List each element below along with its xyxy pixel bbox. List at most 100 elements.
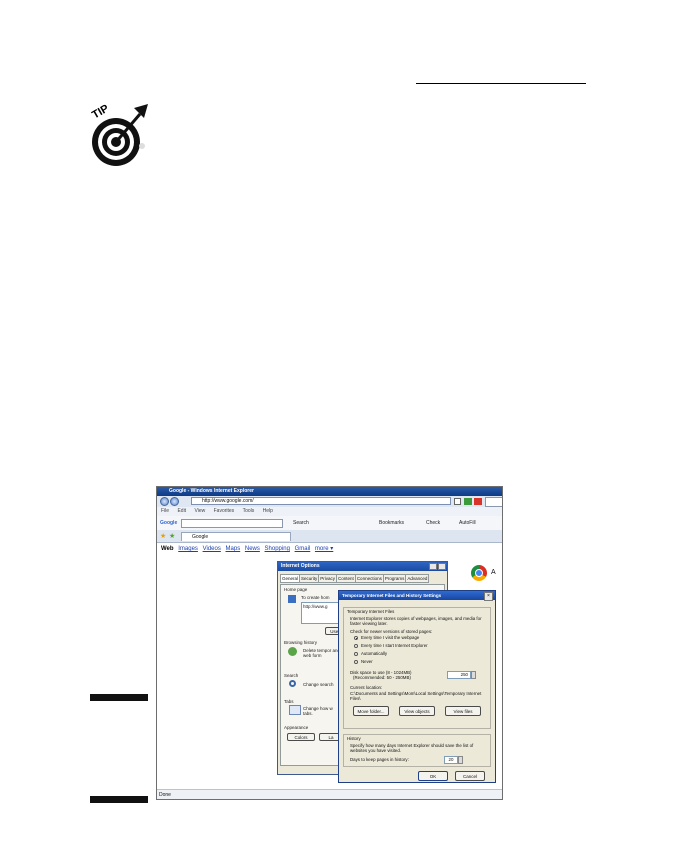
favorites-star-icon[interactable]: ★: [160, 532, 166, 540]
history-description: Specify how many days Internet Explorer …: [350, 743, 474, 754]
menu-favorites[interactable]: Favorites: [214, 508, 235, 514]
current-location-path: C:\Documents and Settings\Mom\Local Sett…: [350, 691, 482, 702]
home-page-icon: [288, 595, 296, 603]
magnifier-icon: [289, 680, 296, 687]
google-logo: Google: [160, 520, 178, 526]
internet-options-title: Internet Options: [278, 562, 447, 571]
help-icon[interactable]: [429, 563, 437, 570]
radio-automatically[interactable]: [354, 652, 358, 656]
home-page-label: Home page: [284, 587, 308, 592]
tab-privacy[interactable]: Privacy: [318, 574, 338, 583]
google-nav: Web Images Videos Maps News Shopping Gma…: [161, 545, 336, 552]
tab-programs[interactable]: Programs: [382, 574, 407, 583]
bookmarks-button[interactable]: Bookmarks: [379, 520, 404, 526]
close-icon[interactable]: [438, 563, 446, 570]
autofill-button[interactable]: AutoFill: [459, 520, 476, 526]
radio-never[interactable]: [354, 660, 358, 664]
nav-images[interactable]: Images: [178, 546, 198, 552]
option-every-visit: Every time I visit the webpage: [361, 635, 420, 640]
home-page-value: http://www.g: [303, 604, 328, 609]
forward-icon[interactable]: [170, 497, 179, 506]
status-bar: Done: [157, 789, 502, 799]
nav-news[interactable]: News: [245, 546, 260, 552]
address-input[interactable]: http://www.google.com/: [191, 497, 451, 505]
nav-more[interactable]: more ▾: [315, 546, 333, 552]
menu-help[interactable]: Help: [263, 508, 273, 514]
tabs-icon: [289, 705, 301, 715]
current-location-label: Current location:: [350, 685, 383, 690]
disk-space-value: 250: [460, 672, 468, 677]
radio-every-start[interactable]: [354, 644, 358, 648]
menu-tools[interactable]: Tools: [243, 508, 255, 514]
search-text: Change search: [303, 682, 334, 687]
window-title: Google - Windows Internet Explorer: [157, 487, 502, 496]
menu-view[interactable]: View: [194, 508, 205, 514]
tab-security[interactable]: Security: [299, 574, 320, 583]
internet-options-tabs: General Security Privacy Content Connections…: [280, 574, 430, 583]
option-never: Never: [361, 659, 373, 664]
browser-screenshot: Google - Windows Internet Explorer http:…: [156, 486, 503, 800]
nav-maps[interactable]: Maps: [226, 546, 241, 552]
margin-bar: [90, 694, 148, 701]
tif-description: Internet Explorer stores copies of webpa…: [350, 616, 482, 627]
google-search-button[interactable]: Search: [293, 520, 309, 526]
tip-badge: TIP: [90, 100, 152, 170]
temp-files-title: Temporary Internet Files and History Set…: [339, 591, 495, 600]
margin-bar: [90, 796, 148, 803]
top-rule: [416, 83, 586, 84]
check-button[interactable]: Check: [426, 520, 440, 526]
check-label: Check for newer versions of stored pages…: [350, 629, 433, 634]
nav-gmail[interactable]: Gmail: [295, 546, 311, 552]
browsing-history-label: Browsing history: [284, 640, 318, 645]
view-files-button[interactable]: View files: [445, 706, 481, 716]
search-input[interactable]: [485, 497, 502, 507]
history-group-label: History: [347, 736, 361, 741]
cancel-button[interactable]: Cancel: [455, 771, 485, 781]
tabs-text: Change how w tabs.: [303, 706, 333, 716]
nav-web[interactable]: Web: [161, 546, 174, 552]
tabs-label: Tabs: [284, 699, 294, 704]
nav-videos[interactable]: Videos: [203, 546, 221, 552]
menu-edit[interactable]: Edit: [177, 508, 186, 514]
status-text: Done: [159, 792, 171, 798]
tab-google[interactable]: Google: [181, 532, 291, 541]
colors-button[interactable]: Colors: [287, 733, 315, 741]
tif-group-label: Temporary Internet Files: [347, 609, 395, 614]
tif-group: Temporary Internet Files Internet Explor…: [343, 607, 491, 729]
chrome-logo[interactable]: [471, 565, 487, 581]
menu-file[interactable]: File: [161, 508, 169, 514]
add-favorite-icon[interactable]: ★: [169, 532, 175, 540]
move-folder-button[interactable]: Move folder...: [353, 706, 389, 716]
tab-row: ★ ★ Google: [157, 530, 502, 543]
google-search-input[interactable]: [181, 519, 283, 528]
tab-advanced[interactable]: Advanced: [405, 574, 430, 583]
appearance-label: Appearance: [284, 725, 309, 730]
ok-button[interactable]: OK: [418, 771, 448, 781]
browsing-history-text: Delete tempor and web form: [303, 648, 341, 658]
google-toolbar: Google Search Bookmarks Check AutoFill: [157, 516, 502, 531]
home-page-hint: To create hom: [301, 595, 330, 600]
tab-connections[interactable]: Connections: [354, 574, 384, 583]
days-value: 20: [448, 757, 454, 762]
disk-recommended: (Recommended: 50 - 250MB): [353, 675, 411, 680]
days-input[interactable]: 20: [444, 756, 458, 764]
refresh-icon[interactable]: [464, 498, 472, 505]
close-icon[interactable]: ×: [484, 592, 493, 601]
nav-shopping[interactable]: Shopping: [265, 546, 290, 552]
menu-bar: File Edit View Favorites Tools Help: [157, 507, 502, 516]
tab-general[interactable]: General: [280, 574, 301, 583]
tab-content[interactable]: Content: [336, 574, 356, 583]
search-label: Search: [284, 673, 299, 678]
option-every-start: Every time I start Internet Explorer: [361, 643, 428, 648]
stop-icon[interactable]: [474, 498, 482, 505]
back-icon[interactable]: [160, 497, 169, 506]
disk-spinner[interactable]: [471, 671, 476, 679]
history-icon: [288, 647, 297, 656]
view-objects-button[interactable]: View objects: [399, 706, 435, 716]
disk-space-input[interactable]: 250: [447, 671, 471, 679]
promo-text: A: [491, 569, 496, 576]
dropdown-icon[interactable]: [454, 498, 461, 505]
days-spinner[interactable]: [458, 756, 463, 764]
history-group: History Specify how many days Internet E…: [343, 734, 491, 767]
radio-every-visit[interactable]: [354, 636, 358, 640]
